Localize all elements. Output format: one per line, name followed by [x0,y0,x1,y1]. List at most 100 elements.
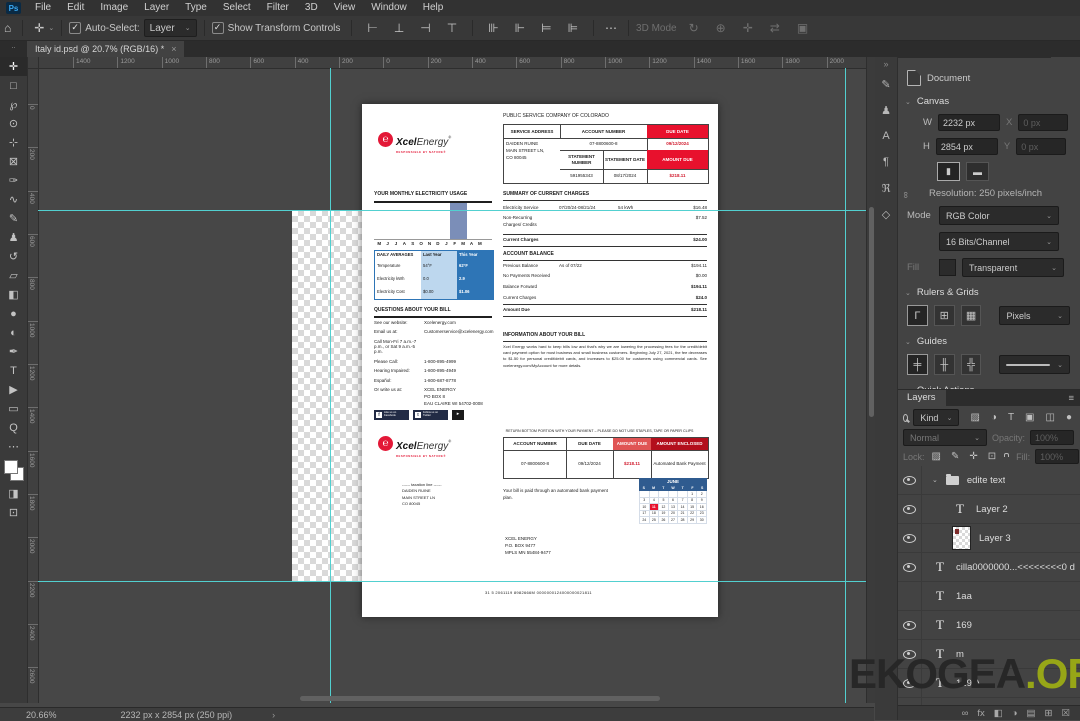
visibility-toggle[interactable] [897,466,922,494]
layer-effects-icon[interactable]: fx [977,708,984,719]
canvas-y-input[interactable] [1016,138,1067,155]
menu-item[interactable]: Layer [136,0,177,16]
paragraph-panel-icon[interactable]: ¶ [875,149,897,175]
lasso-tool[interactable]: ℘ [0,95,27,114]
brush-settings-panel-icon[interactable]: ✎ [875,71,897,97]
link-dimensions-icon[interactable]: ∞ [901,192,911,198]
orientation-landscape-button[interactable]: ▬ [966,162,989,181]
gradient-tool[interactable]: ◧ [0,285,27,304]
layer-row[interactable]: ⌄ T cilla0000000...<<<<<<<<0 d [897,553,1080,582]
filter-shape-layers-icon[interactable]: ▣ [1023,412,1036,423]
twitter-badge[interactable]: t Follow us on Twitter [413,410,448,420]
align-top-icon[interactable]: ⊤ [443,21,461,35]
menu-item[interactable]: File [27,0,59,16]
layer-name[interactable]: Layer 2 [976,504,1008,515]
guide-style-dropdown[interactable]: ⌄ [999,355,1070,374]
layer-row[interactable]: ⌄ T 169 [897,611,1080,640]
lock-artboard-icon[interactable]: ⊡ [986,451,998,462]
group-expand-icon[interactable]: ⌄ [932,476,938,484]
toggle-grid-button[interactable]: ⊞ [933,305,955,326]
toggle-pixel-grid-button[interactable]: ▦ [960,305,982,326]
chevron-down-icon[interactable]: ⌄ [905,289,911,297]
layer-row[interactable]: ⌄ T Layer 2 [897,495,1080,524]
zoom-level-field[interactable]: 20.66% [26,710,57,720]
panel-menu-icon[interactable]: ≡ [1062,393,1080,404]
quick-mask-button[interactable]: ◨ [0,484,27,503]
delete-layer-icon[interactable]: ☒ [1061,708,1070,719]
frame-tool[interactable]: ⊠ [0,152,27,171]
visibility-toggle[interactable] [897,611,922,639]
clone-stamp-tool[interactable]: ♟ [0,228,27,247]
youtube-icon[interactable]: ▸ [452,410,464,420]
canvas-x-input[interactable] [1018,114,1069,131]
layer-name[interactable]: edite text [967,475,1006,486]
link-layers-icon[interactable]: ∞ [962,708,969,719]
distribute-right-icon[interactable]: ⊨ [537,21,555,35]
pen-tool[interactable]: ✒ [0,342,27,361]
layer-group-icon[interactable]: ▤ [1027,708,1036,719]
menu-item[interactable]: Edit [59,0,92,16]
filter-adjustment-layers-icon[interactable]: ◑ [989,412,999,423]
menu-item[interactable]: Select [215,0,259,16]
menu-item[interactable]: Image [92,0,136,16]
color-mode-dropdown[interactable]: RGB Color ⌄ [939,206,1059,225]
path-selection-tool[interactable]: ▶ [0,380,27,399]
orientation-portrait-button[interactable]: ▮ [937,162,960,181]
menu-item[interactable]: Type [177,0,215,16]
libraries-panel-icon[interactable]: ◇ [875,201,897,227]
align-center-h-icon[interactable]: ⊥ [390,21,408,35]
chevron-down-icon[interactable]: ⌄ [905,338,911,346]
character-panel-icon[interactable]: A [875,123,897,149]
guide-vertical[interactable] [330,68,331,703]
lock-paint-icon[interactable]: ✎ [949,451,961,462]
distribute-left-icon[interactable]: ⊪ [484,21,502,35]
rectangle-tool[interactable]: ▭ [0,399,27,418]
layer-row[interactable]: ⌄ T Layer 3 [897,524,1080,553]
edit-toolbar-icon[interactable]: ⋯ [0,437,27,456]
object-selection-tool[interactable]: ⊙ [0,114,27,133]
move-tool[interactable]: ✛ [0,57,27,76]
glyphs-panel-icon[interactable]: ℜ [875,175,897,201]
adjustment-layer-icon[interactable]: ◑ [1012,708,1018,719]
menu-item[interactable]: View [326,0,364,16]
layer-name[interactable]: cilla0000000...<<<<<<<<0 d [956,562,1075,573]
bill-document-page[interactable]: PUBLIC SERVICE COMPANY OF COLORADO ℮ Xce… [362,104,718,617]
lock-position-icon[interactable]: ✛ [967,451,979,462]
clone-source-panel-icon[interactable]: ♟ [875,97,897,123]
horizontal-scrollbar-thumb[interactable] [300,696,660,701]
scrollbar-thumb[interactable] [869,207,874,417]
chevron-down-icon[interactable]: ⌄ [905,98,911,106]
canvas-area[interactable]: 1400 1200 1000 800 600 400 200 0 200 400 600 800 100… [27,57,866,703]
eyedropper-tool[interactable]: ✑ [0,171,27,190]
layer-name[interactable]: 1aa [956,591,972,602]
close-tab-icon[interactable]: × [171,44,176,54]
opacity-input[interactable] [1030,430,1074,445]
layers-tab[interactable]: Layers [897,390,946,406]
more-options-icon[interactable]: ⋯ [601,21,621,35]
filter-type-layers-icon[interactable]: T [1006,412,1016,423]
status-chevron-icon[interactable]: › [272,710,275,720]
guide-vertical[interactable] [845,68,846,703]
home-icon[interactable]: ⌂ [0,21,15,35]
dodge-tool[interactable]: ◐ [0,323,27,342]
panel-collapse-dots[interactable]: .. [0,41,27,57]
brush-tool[interactable]: ✎ [0,209,27,228]
filter-smart-objects-icon[interactable]: ◫ [1044,412,1057,423]
blend-mode-dropdown[interactable]: Normal ⌄ [903,429,987,446]
distribute-center-icon[interactable]: ⊩ [511,21,529,35]
lock-transparency-icon[interactable]: ▨ [930,451,943,462]
menu-item[interactable]: 3D [297,0,326,16]
visibility-toggle[interactable] [897,495,922,523]
menu-item[interactable]: Filter [259,0,297,16]
rectangular-marquee-tool[interactable]: □ [0,76,27,95]
toggle-rulers-button[interactable]: Γ [907,305,928,326]
canvas-height-input[interactable] [935,138,998,155]
lock-guides-button[interactable]: ╫ [933,354,955,375]
facebook-badge[interactable]: f Like us on Facebook [374,410,409,420]
blur-tool[interactable]: ● [0,304,27,323]
canvas-width-input[interactable] [937,114,1000,131]
visibility-toggle[interactable] [897,524,922,552]
clear-guides-button[interactable]: ╬ [960,354,982,375]
healing-brush-tool[interactable]: ∿ [0,190,27,209]
screen-mode-button[interactable]: ⊡ [0,503,27,522]
